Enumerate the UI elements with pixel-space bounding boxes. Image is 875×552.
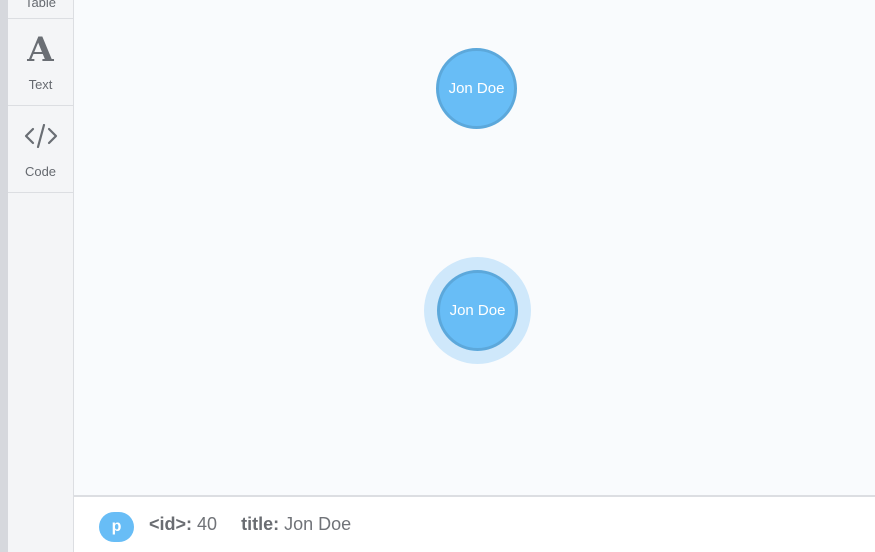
code-icon xyxy=(8,124,73,148)
property-value-id: 40 xyxy=(197,514,218,534)
label-badge[interactable]: p xyxy=(99,512,134,542)
property-key-title: title: xyxy=(241,514,280,534)
selection-halo: Jon Doe xyxy=(424,257,531,364)
view-sidebar: Table A Text Code xyxy=(8,0,74,552)
sidebar-item-label: Table xyxy=(24,0,57,10)
sidebar-item-code[interactable]: Code xyxy=(8,106,73,193)
inspector-status-bar: p <id>: 40 title: Jon Doe xyxy=(74,495,875,552)
left-edge-strip xyxy=(0,0,8,552)
node-caption: Jon Doe xyxy=(448,80,505,97)
graph-node[interactable]: Jon Doe xyxy=(436,48,517,129)
app-window: Table A Text Code Jon Doe Jon Doe p <id>… xyxy=(0,0,875,552)
text-icon: A xyxy=(8,33,73,67)
sidebar-item-label: Code xyxy=(24,164,57,179)
text-icon-glyph: A xyxy=(27,30,54,70)
node-caption: Jon Doe xyxy=(449,302,506,319)
property-list: <id>: 40 title: Jon Doe xyxy=(149,514,351,535)
sidebar-item-text[interactable]: A Text xyxy=(8,19,73,106)
graph-node-selected[interactable]: Jon Doe xyxy=(437,270,518,351)
graph-canvas[interactable]: Jon Doe Jon Doe xyxy=(74,0,875,495)
property-value-title: Jon Doe xyxy=(284,514,352,534)
sidebar-item-label: Text xyxy=(28,77,53,92)
property-key-id: <id>: xyxy=(149,514,193,534)
sidebar-item-table[interactable]: Table xyxy=(8,0,73,19)
